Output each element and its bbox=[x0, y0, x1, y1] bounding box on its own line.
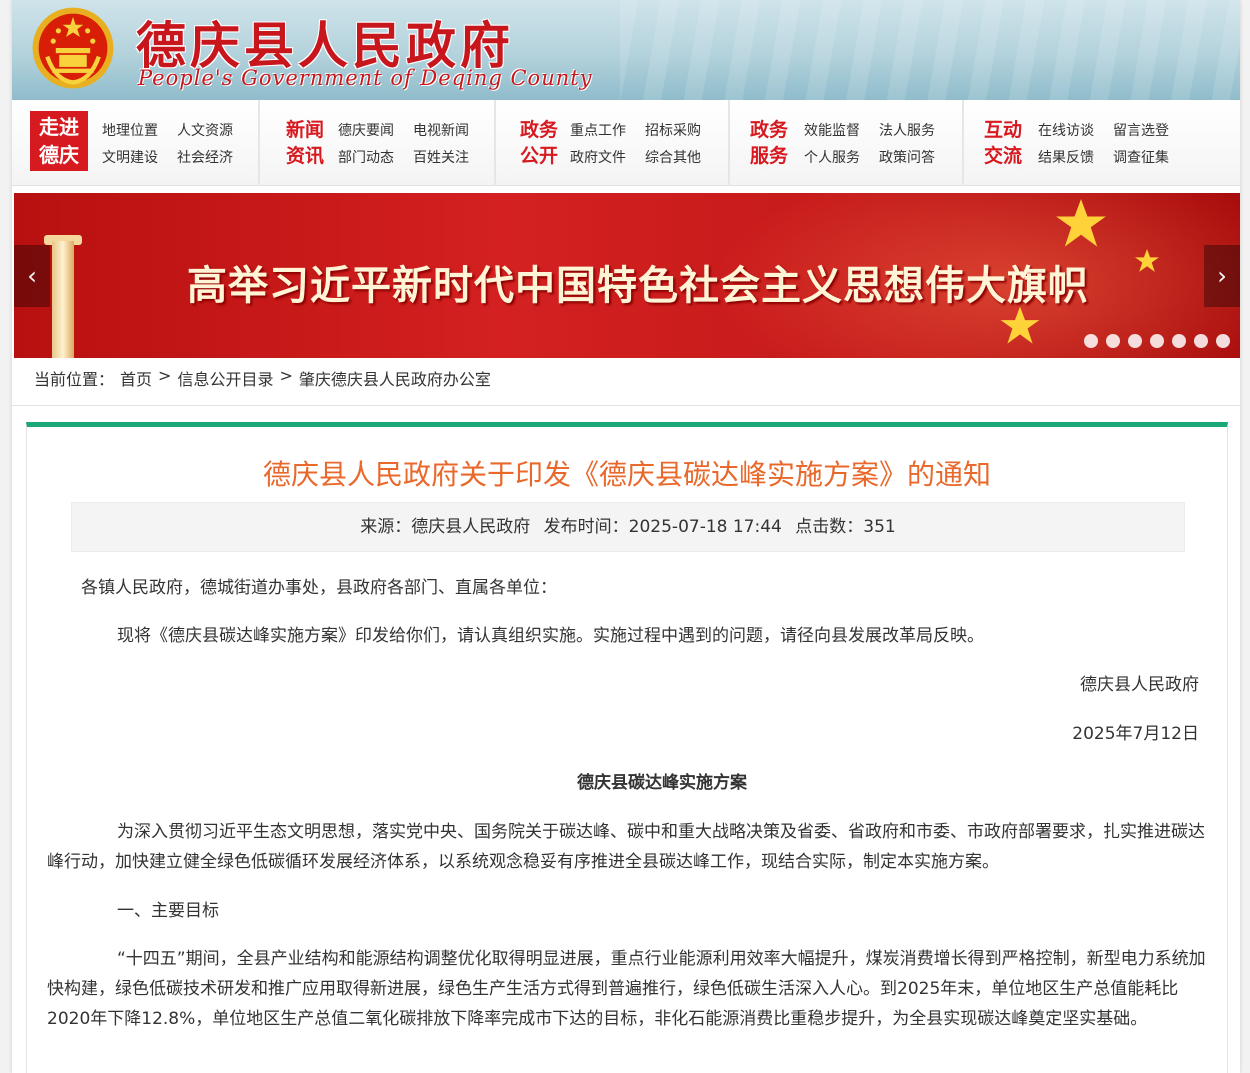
star-icon bbox=[1056, 199, 1106, 247]
carousel-dot[interactable] bbox=[1084, 334, 1098, 348]
nav-cat-gov-service[interactable]: 政务 服务 bbox=[750, 117, 788, 169]
article-clicks: 点击数：351 bbox=[795, 517, 896, 537]
nav-group-interaction: 互动 交流 在线访谈 留言选登 结果反馈 调查征集 bbox=[964, 100, 1240, 186]
banner-slogan: 高举习近平新时代中国特色社会主义思想伟大旗帜 bbox=[187, 263, 1089, 309]
section-heading: 一、主要目标 bbox=[117, 901, 219, 921]
nav-link-other[interactable]: 综合其他 bbox=[645, 147, 701, 167]
article-panel: 德庆县人民政府关于印发《德庆县碳达峰实施方案》的通知 来源：德庆县人民政府 发布… bbox=[26, 422, 1228, 1073]
nav-link-messages[interactable]: 留言选登 bbox=[1113, 120, 1169, 140]
nav-group-gov-service: 政务 服务 效能监督 法人服务 个人服务 政策问答 bbox=[730, 100, 964, 186]
plan-title: 德庆县碳达峰实施方案 bbox=[577, 773, 747, 793]
nav-link-personal-service[interactable]: 个人服务 bbox=[804, 147, 860, 167]
nav-badge-about[interactable]: 走进 德庆 bbox=[30, 111, 88, 171]
nav-group-about: 走进 德庆 地理位置 人文资源 文明建设 社会经济 bbox=[12, 100, 260, 186]
article-date: 2025年7月12日 bbox=[1072, 724, 1199, 744]
nav-link-online-interview[interactable]: 在线访谈 bbox=[1038, 120, 1094, 140]
nav-cat-gov-open[interactable]: 政务 公开 bbox=[520, 117, 558, 169]
nav-link-deqing-news[interactable]: 德庆要闻 bbox=[338, 120, 394, 140]
nav-link-department-news[interactable]: 部门动态 bbox=[338, 147, 394, 167]
carousel-dot[interactable] bbox=[1172, 334, 1186, 348]
breadcrumb: 当前位置： 首页 > 信息公开目录 > 肇庆德庆县人民政府办公室 bbox=[34, 366, 491, 390]
article-notice: 现将《德庆县碳达峰实施方案》印发给你们，请认真组织实施。实施过程中遇到的问题，请… bbox=[117, 626, 984, 646]
breadcrumb-office[interactable]: 肇庆德庆县人民政府办公室 bbox=[299, 366, 491, 390]
huabiao-pillar-icon bbox=[52, 241, 74, 358]
breadcrumb-home[interactable]: 首页 bbox=[120, 366, 152, 390]
breadcrumb-separator: > bbox=[158, 366, 172, 385]
carousel-dot[interactable] bbox=[1150, 334, 1164, 348]
nav-link-policy-qa[interactable]: 政策问答 bbox=[879, 147, 935, 167]
national-emblem-icon bbox=[32, 7, 114, 89]
nav-link-legal-service[interactable]: 法人服务 bbox=[879, 120, 935, 140]
nav-link-key-work[interactable]: 重点工作 bbox=[570, 120, 626, 140]
breadcrumb-catalog[interactable]: 信息公开目录 bbox=[177, 366, 273, 390]
nav-cat-news[interactable]: 新闻 资讯 bbox=[286, 117, 324, 169]
carousel-dots bbox=[1084, 334, 1230, 348]
article-published: 发布时间：2025-07-18 17:44 bbox=[543, 517, 782, 537]
nav-link-geography[interactable]: 地理位置 bbox=[102, 120, 158, 140]
nav-link-public-concern[interactable]: 百姓关注 bbox=[413, 147, 469, 167]
nav-link-culture[interactable]: 人文资源 bbox=[177, 120, 233, 140]
plan-intro: 为深入贯彻习近平生态文明思想，落实党中央、国务院关于碳达峰、碳中和重大战略决策及… bbox=[47, 822, 1205, 872]
page: 德庆县人民政府 People's Government of Deqing Co… bbox=[12, 0, 1240, 1073]
article-title: 德庆县人民政府关于印发《德庆县碳达峰实施方案》的通知 bbox=[262, 458, 991, 491]
divider bbox=[12, 405, 1240, 406]
nav-link-efficiency-supervision[interactable]: 效能监督 bbox=[804, 120, 860, 140]
nav-group-news: 新闻 资讯 德庆要闻 电视新闻 部门动态 百姓关注 bbox=[260, 100, 496, 186]
nav-link-feedback[interactable]: 结果反馈 bbox=[1038, 147, 1094, 167]
nav-link-tv-news[interactable]: 电视新闻 bbox=[413, 120, 469, 140]
article-salutation: 各镇人民政府，德城街道办事处，县政府各部门、直属各单位： bbox=[81, 578, 557, 598]
banner-carousel: 高举习近平新时代中国特色社会主义思想伟大旗帜 ‹ › bbox=[14, 193, 1240, 358]
nav-link-economy[interactable]: 社会经济 bbox=[177, 147, 233, 167]
banner-prev-button[interactable]: ‹ bbox=[14, 245, 50, 307]
article-signer: 德庆县人民政府 bbox=[1080, 675, 1199, 695]
nav-link-procurement[interactable]: 招标采购 bbox=[645, 120, 701, 140]
site-header: 德庆县人民政府 People's Government of Deqing Co… bbox=[12, 0, 1240, 100]
carousel-dot[interactable] bbox=[1216, 334, 1230, 348]
nav-link-survey[interactable]: 调查征集 bbox=[1113, 147, 1169, 167]
plan-goals: “十四五”期间，全县产业结构和能源结构调整优化取得明显进展，重点行业能源利用效率… bbox=[47, 949, 1206, 1029]
site-subtitle: People's Government of Deqing County bbox=[138, 66, 593, 90]
nav-group-gov-open: 政务 公开 重点工作 招标采购 政府文件 综合其他 bbox=[496, 100, 730, 186]
breadcrumb-separator: > bbox=[279, 366, 293, 385]
article-source: 来源：德庆县人民政府 bbox=[360, 517, 531, 537]
nav-link-civilization[interactable]: 文明建设 bbox=[102, 147, 158, 167]
banner-next-button[interactable]: › bbox=[1204, 245, 1240, 307]
carousel-dot[interactable] bbox=[1194, 334, 1208, 348]
nav-cat-interaction[interactable]: 互动 交流 bbox=[984, 117, 1022, 169]
breadcrumb-label: 当前位置： bbox=[34, 370, 115, 389]
star-icon bbox=[1000, 306, 1040, 344]
carousel-dot[interactable] bbox=[1128, 334, 1142, 348]
nav-link-gov-documents[interactable]: 政府文件 bbox=[570, 147, 626, 167]
main-nav: 走进 德庆 地理位置 人文资源 文明建设 社会经济 新闻 资讯 德庆要闻 电视新… bbox=[12, 100, 1240, 186]
carousel-dot[interactable] bbox=[1106, 334, 1120, 348]
article-meta: 来源：德庆县人民政府 发布时间：2025-07-18 17:44 点击数：351 bbox=[71, 502, 1185, 552]
